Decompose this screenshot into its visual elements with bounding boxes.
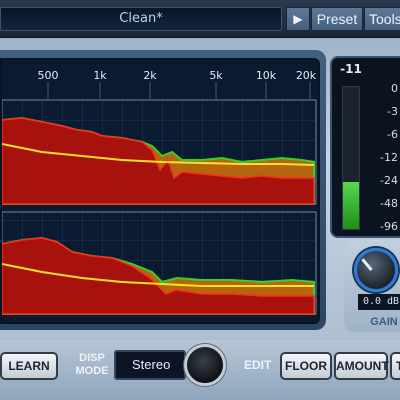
spectrum-svg: 500 1k 2k 5k 10k 20k (2, 60, 318, 322)
preset-name-field[interactable]: Clean* (0, 7, 282, 31)
meter-peak-value[interactable]: -11 (338, 62, 364, 76)
floor-button[interactable]: FLOOR (280, 352, 332, 380)
freq-label-20k: 20k (296, 69, 317, 82)
meter-tick: 0 (391, 82, 398, 95)
freq-label-5k: 5k (209, 69, 223, 82)
disp-mode-label-line2: MODE (75, 365, 109, 377)
tools-button[interactable]: Tools (364, 7, 400, 31)
freq-label-1k: 1k (93, 69, 107, 82)
spectrum-display[interactable]: 500 1k 2k 5k 10k 20k (0, 58, 320, 324)
meter-tick: -96 (380, 220, 398, 233)
disp-mode-label-line1: DISP (79, 352, 105, 364)
meter-tick: -24 (380, 174, 398, 187)
play-icon[interactable]: ▶ (286, 7, 310, 31)
disp-mode-select[interactable]: Stereo (114, 350, 186, 380)
freq-label-2k: 2k (143, 69, 157, 82)
meter-tick: -6 (387, 128, 398, 141)
gain-value[interactable]: 0.0 dB (358, 294, 400, 310)
freq-label-500: 500 (38, 69, 59, 82)
t-button[interactable]: T (390, 352, 400, 380)
meter-level-fill (343, 182, 359, 229)
meter-tick: -12 (380, 151, 398, 164)
meter-tick: -48 (380, 197, 398, 210)
edit-label: EDIT (244, 358, 272, 372)
gain-knob[interactable] (354, 248, 398, 292)
gain-label: GAIN (370, 316, 398, 328)
disp-mode-label: DISP MODE (70, 352, 114, 378)
freq-label-10k: 10k (256, 69, 277, 82)
meter-bar (342, 86, 360, 230)
preset-button[interactable]: Preset (311, 7, 363, 31)
meter-tick: -3 (387, 105, 398, 118)
learn-button[interactable]: LEARN (0, 352, 58, 380)
amount-button[interactable]: AMOUNT (334, 352, 389, 380)
disp-mode-knob[interactable] (184, 344, 226, 386)
